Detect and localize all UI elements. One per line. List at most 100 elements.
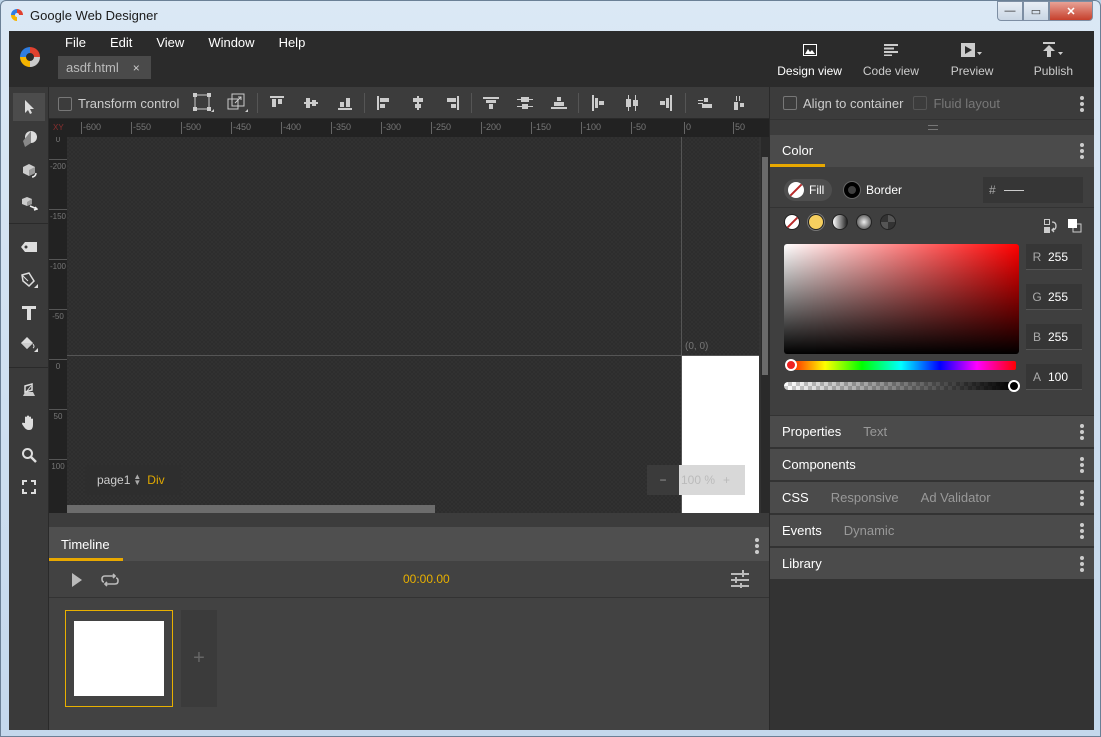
distribute-center-button[interactable] [615, 87, 649, 119]
tab-properties[interactable]: Properties [782, 424, 841, 439]
align-to-container-checkbox[interactable] [783, 96, 797, 110]
loop-icon[interactable] [100, 573, 120, 587]
space-vertical-button[interactable] [688, 87, 722, 119]
swap-colors-icon[interactable] [1044, 219, 1058, 233]
breadcrumb-element[interactable]: Div [147, 473, 164, 487]
menu-file[interactable]: File [57, 35, 94, 50]
default-colors-icon[interactable] [1068, 219, 1082, 233]
linear-gradient-swatch[interactable] [832, 214, 848, 230]
vertical-ruler[interactable]: 0 -200 -150 -100 -50 0 50 100 [49, 137, 67, 513]
timeline-tab[interactable]: Timeline [49, 527, 123, 561]
tab-responsive[interactable]: Responsive [831, 490, 899, 505]
red-value[interactable]: 255 [1048, 250, 1068, 264]
alpha-slider-handle[interactable] [1008, 380, 1020, 392]
pen-tool[interactable] [13, 267, 45, 295]
border-button[interactable]: Border [844, 179, 902, 201]
hand-tool[interactable] [13, 409, 45, 437]
zoom-in-button[interactable]: + [723, 473, 730, 487]
close-tab-icon[interactable]: × [133, 61, 140, 75]
play-icon[interactable] [71, 573, 83, 587]
fill-button[interactable]: Fill [784, 179, 832, 201]
menu-view[interactable]: View [148, 35, 192, 50]
sliders-icon[interactable] [731, 570, 749, 588]
menu-edit[interactable]: Edit [102, 35, 140, 50]
distribute-right-button[interactable] [649, 87, 683, 119]
transform-control-toggle[interactable]: Transform control [58, 96, 179, 111]
distribute-bottom-button[interactable] [542, 87, 576, 119]
design-view-button[interactable]: Design view [769, 31, 850, 87]
color-tab[interactable]: Color [782, 143, 813, 158]
transform-control-checkbox[interactable] [58, 96, 72, 111]
green-channel-input[interactable]: G 255 [1026, 284, 1082, 310]
distribute-top-button[interactable] [474, 87, 508, 119]
stage-vertical-scrollbar[interactable] [761, 137, 769, 513]
up-down-icon[interactable]: ▲ ▼ [133, 473, 141, 487]
distribute-left-button[interactable] [581, 87, 615, 119]
tab-dynamic[interactable]: Dynamic [844, 523, 895, 538]
hex-color-input[interactable]: # [983, 177, 1083, 203]
radial-gradient-swatch[interactable] [856, 214, 872, 230]
timeline-menu-icon[interactable] [755, 538, 759, 554]
fullscreen-tool[interactable] [13, 473, 45, 501]
tab-ad-validator[interactable]: Ad Validator [921, 490, 991, 505]
preview-button[interactable]: Preview [932, 31, 1013, 87]
image-fill-swatch[interactable] [880, 214, 896, 230]
tag-tool[interactable] [13, 233, 45, 261]
code-view-button[interactable]: Code view [850, 31, 931, 87]
alpha-value[interactable]: 100 [1048, 370, 1068, 384]
align-top-button[interactable] [260, 87, 294, 119]
stage-horizontal-scrollbar[interactable] [67, 505, 435, 513]
design-stage[interactable]: (0, 0) [67, 137, 759, 513]
scale-mode-button[interactable] [221, 87, 255, 119]
components-menu-icon[interactable] [1080, 457, 1084, 473]
3d-object-tool[interactable] [13, 189, 45, 217]
tab-css[interactable]: CSS [782, 490, 809, 505]
selection-tool[interactable] [13, 93, 45, 121]
page-thumbnail[interactable] [65, 610, 173, 707]
saturation-value-picker[interactable] [784, 244, 1019, 354]
page-selector[interactable]: page1 [97, 473, 130, 487]
tab-components[interactable]: Components [782, 457, 856, 472]
alpha-slider[interactable] [784, 382, 1014, 390]
maximize-button[interactable]: ▭ [1023, 1, 1049, 21]
text-tool[interactable] [13, 299, 45, 327]
css-menu-icon[interactable] [1080, 490, 1084, 506]
align-bottom-button[interactable] [328, 87, 362, 119]
document-tab[interactable]: asdf.html × [58, 56, 151, 79]
distribute-middle-button[interactable] [508, 87, 542, 119]
close-window-button[interactable]: ✕ [1049, 1, 1093, 21]
stage-tool[interactable] [13, 377, 45, 405]
tab-text[interactable]: Text [863, 424, 887, 439]
fluid-layout-checkbox[interactable] [913, 96, 928, 110]
solid-fill-swatch[interactable] [808, 214, 824, 230]
panel-drag-handle[interactable] [770, 119, 1094, 135]
align-center-button[interactable] [401, 87, 435, 119]
zoom-out-button[interactable]: − [647, 473, 679, 487]
align-left-button[interactable] [367, 87, 401, 119]
properties-menu-icon[interactable] [1080, 424, 1084, 440]
hue-slider-handle[interactable] [785, 359, 797, 371]
blue-value[interactable]: 255 [1048, 330, 1068, 344]
3d-rotation-tool[interactable] [13, 125, 45, 153]
add-page-button[interactable]: + [181, 610, 217, 707]
library-menu-icon[interactable] [1080, 556, 1084, 572]
minimize-button[interactable]: — [997, 1, 1023, 21]
space-horizontal-button[interactable] [722, 87, 756, 119]
horizontal-ruler[interactable]: XY -600 -550 -500 -450 -400 -350 -300 -2… [49, 119, 769, 137]
tab-library[interactable]: Library [782, 556, 822, 571]
color-menu-icon[interactable] [1080, 143, 1084, 159]
publish-button[interactable]: Publish [1013, 31, 1094, 87]
events-menu-icon[interactable] [1080, 523, 1084, 539]
menu-window[interactable]: Window [200, 35, 262, 50]
guide-horizontal[interactable] [67, 355, 759, 356]
options-menu-icon[interactable] [1080, 96, 1084, 112]
align-middle-button[interactable] [294, 87, 328, 119]
tab-events[interactable]: Events [782, 523, 822, 538]
fluid-layout-toggle[interactable]: Fluid layout [913, 96, 1000, 111]
zoom-level[interactable]: 100 % [681, 473, 715, 487]
hue-slider[interactable] [786, 361, 1016, 370]
blue-channel-input[interactable]: B 255 [1026, 324, 1082, 350]
panel-splitter[interactable] [49, 513, 769, 527]
alpha-channel-input[interactable]: A 100 [1026, 364, 1082, 390]
green-value[interactable]: 255 [1048, 290, 1068, 304]
